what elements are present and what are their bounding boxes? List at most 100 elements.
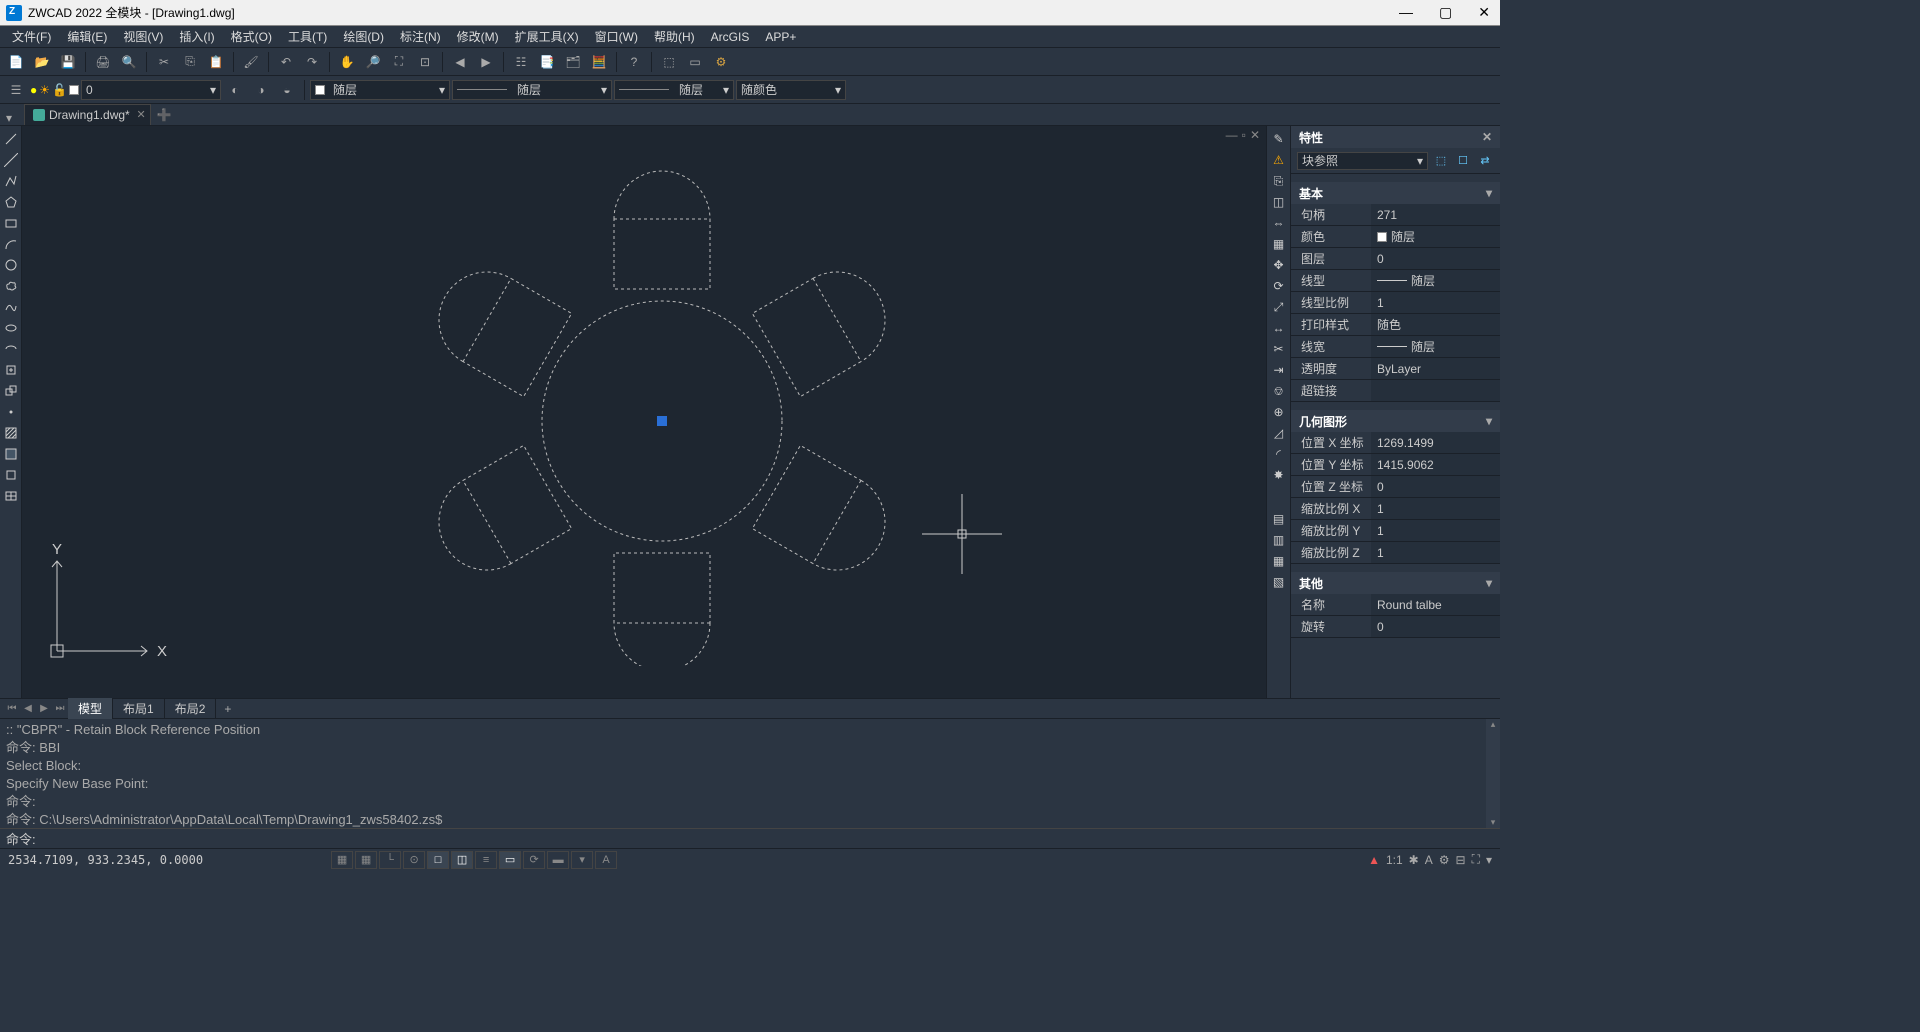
close-button[interactable]: ✕ <box>1474 4 1494 21</box>
stretch-tool[interactable]: ↔ <box>1270 319 1288 337</box>
warning-icon[interactable]: ⚠ <box>1270 151 1288 169</box>
layout-last-button[interactable]: ⏭ <box>52 701 68 717</box>
layer-dropdown[interactable]: 0 ▾ <box>81 80 221 100</box>
tab-list-button[interactable]: ▾ <box>6 111 12 125</box>
layout-tab-1[interactable]: 布局1 <box>113 698 165 719</box>
menu-insert[interactable]: 插入(I) <box>171 25 222 48</box>
layer-manager-button[interactable]: ☰ <box>4 79 28 101</box>
copy-button[interactable]: ⎘ <box>178 51 202 73</box>
menu-window[interactable]: 窗口(W) <box>587 25 646 48</box>
plotstyle-dropdown[interactable]: 随颜色 ▾ <box>736 80 846 100</box>
property-value[interactable] <box>1371 380 1500 401</box>
snap-toggle[interactable]: ▦ <box>331 851 353 869</box>
section-basic-header[interactable]: 基本 ▾ <box>1291 182 1500 204</box>
add-document-tab[interactable]: ➕ <box>151 105 178 125</box>
section-geom-header[interactable]: 几何图形 ▾ <box>1291 410 1500 432</box>
property-value[interactable]: 0 <box>1371 476 1500 497</box>
otrack-toggle[interactable]: ◫ <box>451 851 473 869</box>
zoom-window-button[interactable]: ⛶ <box>387 51 411 73</box>
customize-button[interactable]: ▾ <box>1486 853 1492 867</box>
designcenter-button[interactable]: 📑 <box>535 51 559 73</box>
property-row[interactable]: 线型随层 <box>1291 270 1500 292</box>
cascade-button[interactable]: ▦ <box>1270 552 1288 570</box>
toggle-pim-button[interactable]: ⇄ <box>1476 152 1494 170</box>
property-row[interactable]: 颜色随层 <box>1291 226 1500 248</box>
minimize-button[interactable]: — <box>1395 4 1417 21</box>
property-row[interactable]: 线宽随层 <box>1291 336 1500 358</box>
menu-dimension[interactable]: 标注(N) <box>392 25 449 48</box>
mirror-tool[interactable]: ◫ <box>1270 193 1288 211</box>
property-row[interactable]: 句柄271 <box>1291 204 1500 226</box>
section-other-header[interactable]: 其他 ▾ <box>1291 572 1500 594</box>
menu-view[interactable]: 视图(V) <box>115 25 171 48</box>
property-value[interactable]: 1 <box>1371 292 1500 313</box>
arrange-button[interactable]: ▧ <box>1270 573 1288 591</box>
property-row[interactable]: 缩放比例 X1 <box>1291 498 1500 520</box>
arrow-l-button[interactable]: ◀ <box>448 51 472 73</box>
print-button[interactable]: 🖨 <box>91 51 115 73</box>
chamfer-tool[interactable]: ◿ <box>1270 424 1288 442</box>
property-value[interactable]: 随层 <box>1371 270 1500 291</box>
insert-block-button[interactable]: ▭ <box>683 51 707 73</box>
property-row[interactable]: 位置 Z 坐标0 <box>1291 476 1500 498</box>
menu-draw[interactable]: 绘图(D) <box>335 25 392 48</box>
linetype-dropdown[interactable]: 随层 ▾ <box>452 80 612 100</box>
array-tool[interactable]: ▦ <box>1270 235 1288 253</box>
ortho-toggle[interactable]: └ <box>379 851 401 869</box>
explode-tool[interactable]: ✸ <box>1270 466 1288 484</box>
osnap-toggle[interactable]: □ <box>427 851 449 869</box>
property-value[interactable]: 271 <box>1371 204 1500 225</box>
erase-tool[interactable]: ✎ <box>1270 130 1288 148</box>
drawing-canvas[interactable]: — ▫ ✕ <box>22 126 1266 698</box>
fillet-tool[interactable]: ◜ <box>1270 445 1288 463</box>
quickselect-button[interactable]: ⬚ <box>1432 152 1450 170</box>
menu-file[interactable]: 文件(F) <box>4 25 59 48</box>
join-tool[interactable]: ⊕ <box>1270 403 1288 421</box>
new-button[interactable]: 📄 <box>4 51 28 73</box>
make-block-tool[interactable] <box>2 382 20 400</box>
open-button[interactable]: 📂 <box>30 51 54 73</box>
grid-toggle[interactable]: ▦ <box>355 851 377 869</box>
menu-edit[interactable]: 编辑(E) <box>59 25 115 48</box>
property-value[interactable]: 1 <box>1371 542 1500 563</box>
property-row[interactable]: 旋转0 <box>1291 616 1500 638</box>
calc-button[interactable]: 🧮 <box>587 51 611 73</box>
layer-iso-button[interactable]: ◑ <box>249 79 273 101</box>
pan-button[interactable]: ✋ <box>335 51 359 73</box>
tile-h-button[interactable]: ▤ <box>1270 510 1288 528</box>
selection-type-dropdown[interactable]: 块参照 ▾ <box>1297 152 1428 170</box>
workspace-button[interactable]: ⚙ <box>1439 853 1450 867</box>
menu-express[interactable]: 扩展工具(X) <box>507 25 587 48</box>
region-tool[interactable] <box>2 466 20 484</box>
circle-tool[interactable] <box>2 256 20 274</box>
gradient-tool[interactable] <box>2 445 20 463</box>
props-button[interactable]: ☷ <box>509 51 533 73</box>
property-value[interactable]: ByLayer <box>1371 358 1500 379</box>
polyline-tool[interactable] <box>2 172 20 190</box>
overflow-toggle[interactable]: ▾ <box>571 851 593 869</box>
pickobj-button[interactable]: ☐ <box>1454 152 1472 170</box>
table-tool[interactable] <box>2 487 20 505</box>
layer-property-dropdown[interactable]: 随层 ▾ <box>310 80 450 100</box>
rotate-tool[interactable]: ⟳ <box>1270 277 1288 295</box>
line-tool[interactable] <box>2 130 20 148</box>
annotation-scale-icon[interactable]: ▲ <box>1368 853 1380 867</box>
layer-off-button[interactable]: ◐ <box>223 79 247 101</box>
property-row[interactable]: 缩放比例 Y1 <box>1291 520 1500 542</box>
annoscale-toggle[interactable]: A <box>595 851 617 869</box>
close-panel-button[interactable]: ✕ <box>1482 130 1492 144</box>
move-tool[interactable]: ✥ <box>1270 256 1288 274</box>
property-row[interactable]: 缩放比例 Z1 <box>1291 542 1500 564</box>
property-value[interactable]: 1415.9062 <box>1371 454 1500 475</box>
menu-modify[interactable]: 修改(M) <box>449 25 507 48</box>
dyn-toggle[interactable]: ▭ <box>499 851 521 869</box>
close-tab-button[interactable]: ✕ <box>137 108 146 121</box>
arrow-r-button[interactable]: ▶ <box>474 51 498 73</box>
menu-help[interactable]: 帮助(H) <box>646 25 703 48</box>
match-button[interactable]: 🖌 <box>239 51 263 73</box>
xline-tool[interactable] <box>2 151 20 169</box>
property-row[interactable]: 透明度ByLayer <box>1291 358 1500 380</box>
toolpalette-button[interactable]: 🗂 <box>561 51 585 73</box>
property-value[interactable]: 0 <box>1371 248 1500 269</box>
property-row[interactable]: 线型比例1 <box>1291 292 1500 314</box>
